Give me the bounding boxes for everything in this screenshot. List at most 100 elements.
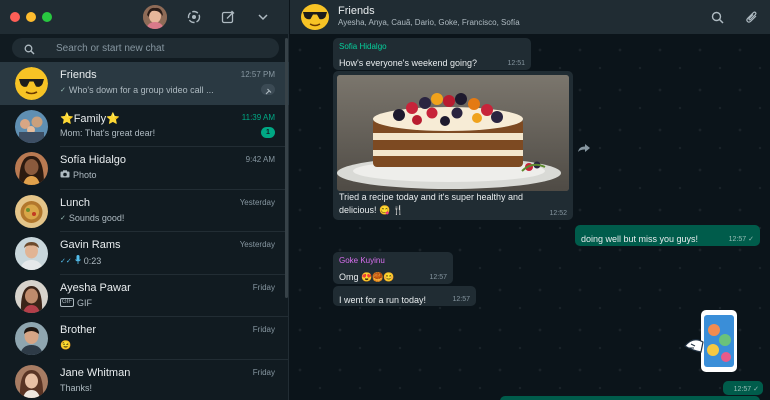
search-input[interactable] <box>56 40 266 56</box>
new-chat-icon[interactable] <box>218 7 238 27</box>
chat-name: Jane Whitman <box>60 366 131 379</box>
sidebar-scrollbar[interactable] <box>285 38 288 298</box>
cake-photo[interactable] <box>337 75 569 191</box>
message-text: doing well but miss you guys! <box>581 234 699 244</box>
contact-avatar <box>15 322 48 355</box>
message-time: 12:57 <box>728 236 747 243</box>
read-receipt-icon: ✓ <box>60 214 66 222</box>
window-close-button[interactable] <box>10 12 20 22</box>
message-time: 12:51 <box>507 60 525 67</box>
incoming-message[interactable]: Sofia Hidalgo How's everyone's weekend g… <box>333 38 531 70</box>
message-status: 12:57 ✓ <box>729 235 754 243</box>
chat-time: Yesterday <box>239 240 275 249</box>
chat-name: Friends <box>60 69 97 81</box>
chat-preview-text: Thanks! <box>60 382 93 393</box>
incoming-photo-message[interactable]: Tried a recipe today and it's super heal… <box>333 71 573 220</box>
search-icon <box>24 42 35 60</box>
chat-item-gavin-rams[interactable]: Gavin Rams Yesterday ✓✓ 0:23 <box>0 232 289 275</box>
conversation-header[interactable]: Friends Ayesha, Anya, Cauã, Dario, Goke,… <box>290 0 770 34</box>
chat-name: Brother <box>60 324 97 336</box>
message-time: 12:52 <box>549 210 567 217</box>
delivered-check-icon: ✓ <box>753 386 759 393</box>
chat-preview-text: Sounds good! <box>68 212 125 223</box>
chat-preview-text: 0:23 <box>83 255 102 266</box>
group-avatar-sunglasses-emoji <box>15 67 48 100</box>
chat-name: Gavin Rams <box>60 239 121 251</box>
contact-avatar <box>15 152 48 185</box>
chat-sidebar: Friends 12:57 PM ✓ Who's down for a grou… <box>0 0 289 400</box>
chat-item-lunch[interactable]: Lunch Yesterday ✓ Sounds good! <box>0 190 289 232</box>
chat-preview-text: Photo <box>73 170 97 180</box>
unread-count-badge: 1 <box>261 126 275 138</box>
outgoing-message[interactable]: doing well but miss you guys! 12:57 ✓ <box>575 225 760 246</box>
chat-preview: Mom: That's great dear! <box>60 128 155 138</box>
outgoing-message-partial[interactable] <box>500 396 760 400</box>
status-icon[interactable] <box>184 7 204 27</box>
chat-time: Yesterday <box>239 197 275 207</box>
chat-name: ⭐Family⭐ <box>60 112 120 125</box>
message-text: Tried a recipe today and it's super heal… <box>339 191 539 217</box>
chat-time: Friday <box>252 325 275 334</box>
chat-preview-text: Who's down for a group video call ... <box>68 85 214 95</box>
conversation-pane: Friends Ayesha, Anya, Cauã, Dario, Goke,… <box>290 0 770 400</box>
chat-preview: Photo <box>60 170 97 180</box>
chat-preview: GIF GIF <box>60 298 92 308</box>
conversation-title: Friends <box>338 5 375 17</box>
sidebar-header <box>0 0 289 34</box>
message-text-line1: Tried a recipe today and it's super heal… <box>339 192 523 202</box>
message-time: 12:57 <box>429 274 447 281</box>
chat-list: Friends 12:57 PM ✓ Who's down for a grou… <box>0 62 289 400</box>
forward-icon[interactable] <box>577 140 591 152</box>
chat-time: 11:39 AM <box>241 112 275 122</box>
chat-name: Sofía Hidalgo <box>60 154 127 166</box>
group-avatar-food <box>15 194 48 228</box>
chat-item-jane-whitman[interactable]: Jane Whitman Friday Thanks! <box>0 360 289 400</box>
chat-item-sofia-hidalgo[interactable]: Sofía Hidalgo 9:42 AM Photo <box>0 147 289 190</box>
search-bar <box>12 38 279 58</box>
incoming-message[interactable]: Goke Kuyinu Omg 😍🥮😊 12:57 <box>333 252 453 284</box>
conversation-members: Ayesha, Anya, Cauã, Dario, Goke, Francis… <box>338 18 520 27</box>
chat-item-family[interactable]: ⭐Family⭐ 11:39 AM Mom: That's great dear… <box>0 105 289 147</box>
chat-item-brother[interactable]: Brother Friday 😉 <box>0 317 289 360</box>
message-time: 12:57 <box>733 386 752 393</box>
incoming-message[interactable]: I went for a run today! 12:57 <box>333 286 476 306</box>
profile-avatar[interactable] <box>143 5 167 29</box>
read-receipt-icon: ✓✓ <box>60 257 72 265</box>
contact-avatar <box>15 364 48 398</box>
chat-preview: Thanks! <box>60 383 92 393</box>
message-sender: Goke Kuyinu <box>339 256 385 265</box>
chat-time: Friday <box>252 282 275 292</box>
message-time: 12:57 <box>452 296 470 303</box>
attach-paperclip-icon[interactable] <box>741 7 761 27</box>
window-zoom-button[interactable] <box>42 12 52 22</box>
gif-icon: GIF <box>60 298 74 307</box>
contact-avatar <box>15 237 48 270</box>
window-minimize-button[interactable] <box>26 12 36 22</box>
search-icon[interactable] <box>707 7 727 27</box>
chat-item-friends[interactable]: Friends 12:57 PM ✓ Who's down for a grou… <box>0 62 289 105</box>
message-text: I went for a run today! <box>339 295 427 305</box>
message-text-line2: delicious! 😋 🍴 <box>339 205 404 215</box>
camera-icon <box>60 170 70 180</box>
pin-icon <box>261 84 275 95</box>
delivered-check-icon: ✓ <box>748 236 754 243</box>
message-status: 12:57 ✓ <box>734 385 759 393</box>
menu-chevron-down-icon[interactable] <box>253 7 273 27</box>
chat-preview: ✓ Sounds good! <box>60 213 124 223</box>
chat-time: Friday <box>252 367 275 377</box>
contact-avatar <box>15 279 48 313</box>
chat-preview: ✓ Who's down for a group video call ... <box>60 85 214 95</box>
message-text: How's everyone's weekend going? <box>339 58 478 68</box>
sticker-message[interactable] <box>683 306 753 382</box>
family-avatar <box>15 109 48 143</box>
chat-preview-text: 😉 <box>60 340 72 350</box>
message-text: Omg 😍🥮😊 <box>339 272 395 282</box>
message-sender: Sofia Hidalgo <box>339 42 387 51</box>
chat-time: 12:57 PM <box>240 70 275 79</box>
read-receipt-icon: ✓ <box>60 87 66 94</box>
chat-preview-text: GIF <box>77 297 92 308</box>
chat-preview: 😉 <box>60 340 71 351</box>
chat-time: 9:42 AM <box>245 155 275 164</box>
group-avatar-sunglasses-emoji[interactable] <box>300 3 330 31</box>
chat-item-ayesha-pawar[interactable]: Ayesha Pawar Friday GIF GIF <box>0 275 289 317</box>
